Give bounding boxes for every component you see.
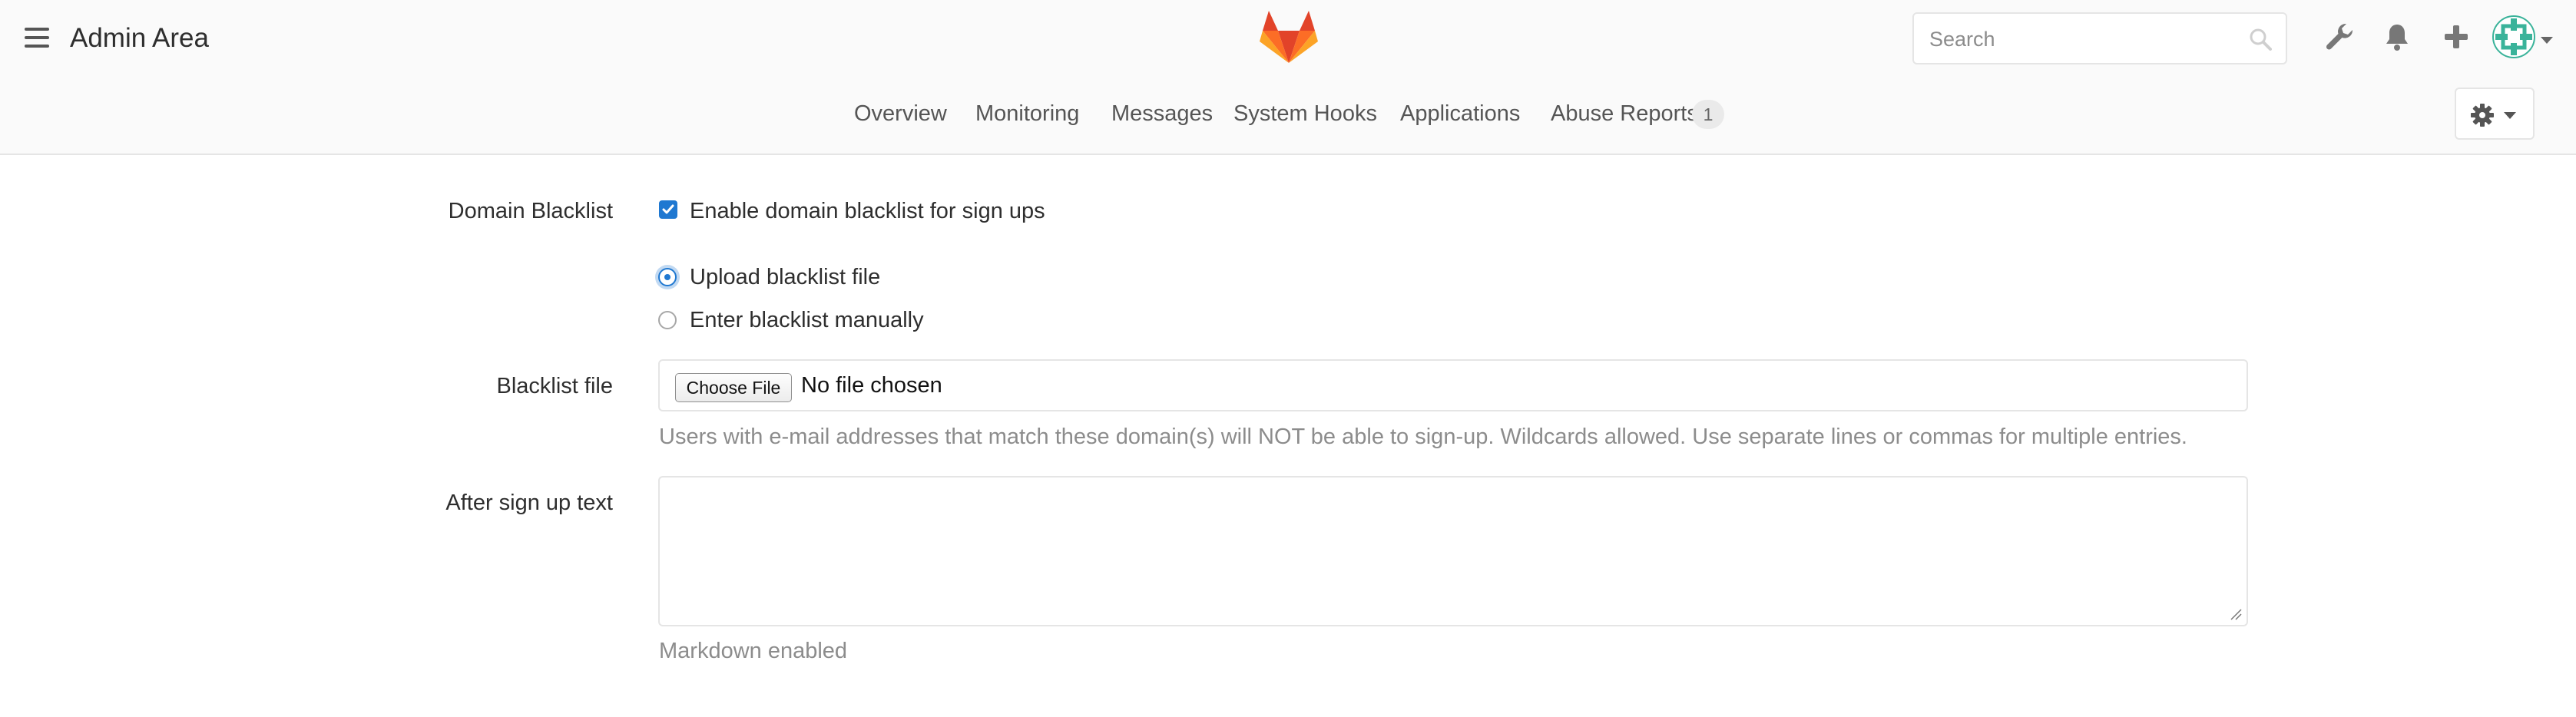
- blacklist-file-label: Blacklist file: [496, 374, 614, 398]
- tab-applications[interactable]: Applications: [1400, 98, 1520, 129]
- manual-blacklist-radio[interactable]: [658, 311, 677, 329]
- after-signup-textarea[interactable]: [658, 476, 2248, 626]
- chevron-down-icon: [2504, 112, 2516, 119]
- menu-icon[interactable]: [25, 28, 49, 48]
- checkmark-icon: [662, 204, 674, 214]
- gitlab-logo[interactable]: [1260, 9, 1318, 64]
- top-header: Admin Area: [0, 0, 2576, 77]
- wrench-icon[interactable]: [2324, 21, 2355, 52]
- enable-blacklist-checkbox[interactable]: [659, 200, 677, 219]
- chevron-down-icon[interactable]: [2541, 37, 2553, 44]
- gear-icon: [2471, 104, 2494, 127]
- markdown-help-text: Markdown enabled: [659, 639, 848, 663]
- upload-blacklist-radio[interactable]: [658, 268, 677, 286]
- after-signup-label: After sign up text: [445, 491, 613, 515]
- settings-dropdown-button[interactable]: [2455, 88, 2535, 140]
- tab-abuse-reports[interactable]: Abuse Reports: [1551, 98, 1698, 129]
- enable-blacklist-label[interactable]: Enable domain blacklist for sign ups: [690, 196, 1045, 226]
- tab-overview[interactable]: Overview: [854, 98, 947, 129]
- search-input[interactable]: [1928, 25, 2238, 54]
- upload-blacklist-label[interactable]: Upload blacklist file: [690, 262, 880, 292]
- search-icon[interactable]: [2249, 28, 2272, 51]
- blacklist-file-input[interactable]: Choose File No file chosen: [658, 359, 2248, 411]
- avatar[interactable]: [2492, 15, 2535, 58]
- tab-messages[interactable]: Messages: [1111, 98, 1213, 129]
- tab-system-hooks[interactable]: System Hooks: [1233, 98, 1377, 129]
- plus-icon[interactable]: [2441, 21, 2472, 52]
- blacklist-help-text: Users with e-mail addresses that match t…: [659, 425, 2187, 449]
- search-box[interactable]: [1912, 12, 2287, 64]
- choose-file-button[interactable]: Choose File: [675, 373, 792, 402]
- resize-grip-icon[interactable]: [2230, 608, 2242, 620]
- bell-icon[interactable]: [2382, 21, 2412, 52]
- tab-monitoring[interactable]: Monitoring: [975, 98, 1079, 129]
- manual-blacklist-label[interactable]: Enter blacklist manually: [690, 305, 924, 335]
- abuse-reports-count-badge: 1: [1692, 100, 1724, 129]
- domain-blacklist-label: Domain Blacklist: [448, 199, 613, 223]
- page-title: Admin Area: [70, 23, 209, 53]
- file-status-text: No file chosen: [801, 373, 942, 398]
